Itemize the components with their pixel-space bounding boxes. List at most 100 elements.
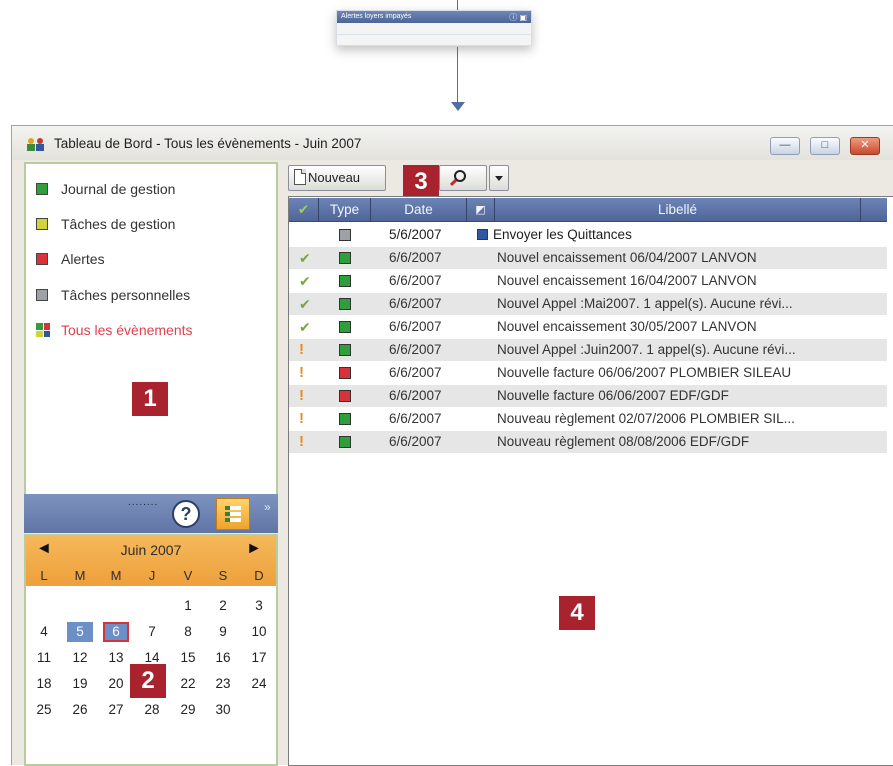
nav-item-journal[interactable]: Journal de gestion	[36, 179, 175, 199]
type-cell	[339, 316, 359, 338]
column-header-status[interactable]: ✔	[289, 198, 319, 222]
checkmark-icon: ✔	[299, 273, 311, 289]
new-button[interactable]: Nouveau	[288, 165, 386, 191]
nav-item-label: Journal de gestion	[61, 181, 176, 197]
libelle-cell: Envoyer les Quittances	[477, 224, 867, 246]
table-row[interactable]: ✔ 6/6/2007 Nouvel encaissement 30/05/2007 …	[289, 316, 887, 338]
date-cell: 6/6/2007	[389, 342, 442, 357]
search-dropdown-button[interactable]	[489, 165, 509, 191]
help-button[interactable]: ?	[172, 500, 200, 528]
libelle-text: Nouvelle facture 06/06/2007 PLOMBIER SIL…	[497, 365, 792, 380]
libelle-cell: Nouvel Appel :Juin2007. 1 appel(s). Aucu…	[497, 339, 887, 361]
table-row[interactable]: ✔ 6/6/2007 Nouvel encaissement 16/04/2007 …	[289, 270, 887, 292]
libelle-cell: Nouvelle facture 06/06/2007 PLOMBIER SIL…	[497, 362, 887, 384]
nav-item-taches-gestion[interactable]: Tâches de gestion	[36, 214, 175, 234]
calendar-day[interactable]: 30	[210, 700, 236, 720]
calendar-day[interactable]: 17	[246, 648, 272, 668]
search-button[interactable]	[439, 165, 487, 191]
calendar-day[interactable]: 12	[67, 648, 93, 668]
type-square-icon	[339, 252, 351, 264]
table-row[interactable]: ! 6/6/2007 Nouveau règlement 08/08/2006 ED…	[289, 431, 887, 453]
column-header-type[interactable]: Type	[319, 198, 371, 222]
column-header-libelle[interactable]: Libellé	[495, 198, 861, 222]
table-row[interactable]: ! 6/6/2007 Nouveau règlement 02/07/2006 PL…	[289, 408, 887, 430]
table-row[interactable]: ✔ 6/6/2007 Nouvel Appel :Mai2007. 1 appel(…	[289, 293, 887, 315]
table-row[interactable]: ! 6/6/2007 Nouvelle facture 06/06/2007 EDF…	[289, 385, 887, 407]
calendar-day[interactable]: 5	[67, 622, 93, 642]
calendar-day[interactable]: 27	[103, 700, 129, 720]
calendar-day[interactable]: 26	[67, 700, 93, 720]
type-cell	[339, 362, 359, 384]
calendar-day[interactable]: 9	[210, 622, 236, 642]
dashboard-window: Tableau de Bord - Tous les évènements - …	[11, 125, 893, 766]
nav-item-tous-evenements[interactable]: Tous les évènements	[36, 320, 193, 340]
splitter-grip[interactable]: ........	[128, 497, 158, 508]
close-button[interactable]: ✕	[850, 137, 880, 155]
calendar-day[interactable]: 1	[175, 596, 201, 616]
calendar-day[interactable]: 3	[246, 596, 272, 616]
nav-item-taches-personnelles[interactable]: Tâches personnelles	[36, 285, 190, 305]
libelle-cell: Nouveau règlement 02/07/2006 PLOMBIER SI…	[497, 408, 887, 430]
nav-toolbar: ........ ? »	[24, 494, 278, 533]
list-view-button[interactable]	[216, 498, 250, 530]
libelle-cell: Nouveau règlement 08/08/2006 EDF/GDF	[497, 431, 887, 453]
calendar-day[interactable]: 13	[103, 648, 129, 668]
calendar-day[interactable]: 4	[31, 622, 57, 642]
date-cell: 6/6/2007	[389, 434, 442, 449]
weekday-label: S	[218, 568, 228, 583]
multicolor-grid-icon	[36, 323, 50, 337]
table-row[interactable]: 5/6/2007 Envoyer les Quittances	[289, 224, 887, 246]
yellow-square-icon	[36, 218, 48, 230]
calendar-day[interactable]: 23	[210, 674, 236, 694]
calendar-day[interactable]: 11	[31, 648, 57, 668]
calendar-day[interactable]: 7	[139, 622, 165, 642]
callout-1: 1	[132, 382, 168, 416]
calendar-day[interactable]: 6	[103, 622, 129, 642]
maximize-button[interactable]: □	[810, 137, 840, 155]
table-row[interactable]: ! 6/6/2007 Nouvelle facture 06/06/2007 PLO…	[289, 362, 887, 384]
date-cell: 5/6/2007	[389, 227, 442, 242]
calendar-day[interactable]: 2	[210, 596, 236, 616]
thumbnail-divider	[337, 34, 531, 35]
red-square-icon	[36, 253, 48, 265]
minimize-button[interactable]: —	[770, 137, 800, 155]
exclamation-icon: !	[299, 341, 304, 358]
thumbnail-title: Alertes loyers impayés	[341, 13, 412, 20]
calendar-day[interactable]: 20	[103, 674, 129, 694]
chevron-right-icon[interactable]: »	[264, 500, 271, 514]
type-cell	[339, 247, 359, 269]
type-cell	[339, 408, 359, 430]
calendar-day[interactable]: 18	[31, 674, 57, 694]
type-cell	[339, 270, 359, 292]
checkmark-icon: ✔	[299, 250, 311, 266]
callout-3: 3	[403, 165, 439, 199]
calendar-day[interactable]: 19	[67, 674, 93, 694]
weekday-label: M	[110, 568, 122, 583]
type-square-icon	[339, 390, 351, 402]
nav-item-label: Tâches de gestion	[61, 216, 176, 232]
calendar-day[interactable]: 16	[210, 648, 236, 668]
type-cell	[339, 224, 359, 246]
type-square-icon	[339, 275, 351, 287]
table-row[interactable]: ✔ 6/6/2007 Nouvel encaissement 06/04/2007 …	[289, 247, 887, 269]
calendar-day[interactable]: 10	[246, 622, 272, 642]
column-header-date[interactable]: Date	[371, 198, 467, 222]
type-square-icon	[339, 321, 351, 333]
libelle-text: Nouvelle facture 06/06/2007 EDF/GDF	[497, 388, 729, 403]
app-people-icon	[27, 138, 44, 151]
calendar-day[interactable]: 28	[139, 700, 165, 720]
next-month-button[interactable]: ►	[246, 540, 262, 558]
connector-line	[457, 47, 458, 102]
new-document-icon	[294, 169, 306, 185]
calendar-day[interactable]: 29	[175, 700, 201, 720]
calendar-day[interactable]: 8	[175, 622, 201, 642]
calendar-day[interactable]: 24	[246, 674, 272, 694]
exclamation-icon: !	[299, 433, 304, 450]
table-row[interactable]: ! 6/6/2007 Nouvel Appel :Juin2007. 1 appel…	[289, 339, 887, 361]
calendar-day[interactable]: 22	[175, 674, 201, 694]
column-header-link[interactable]: ◩	[467, 198, 495, 222]
calendar-day[interactable]: 15	[175, 648, 201, 668]
nav-item-alertes[interactable]: Alertes	[36, 249, 105, 269]
calendar-day[interactable]: 25	[31, 700, 57, 720]
weekday-label: V	[183, 568, 193, 583]
